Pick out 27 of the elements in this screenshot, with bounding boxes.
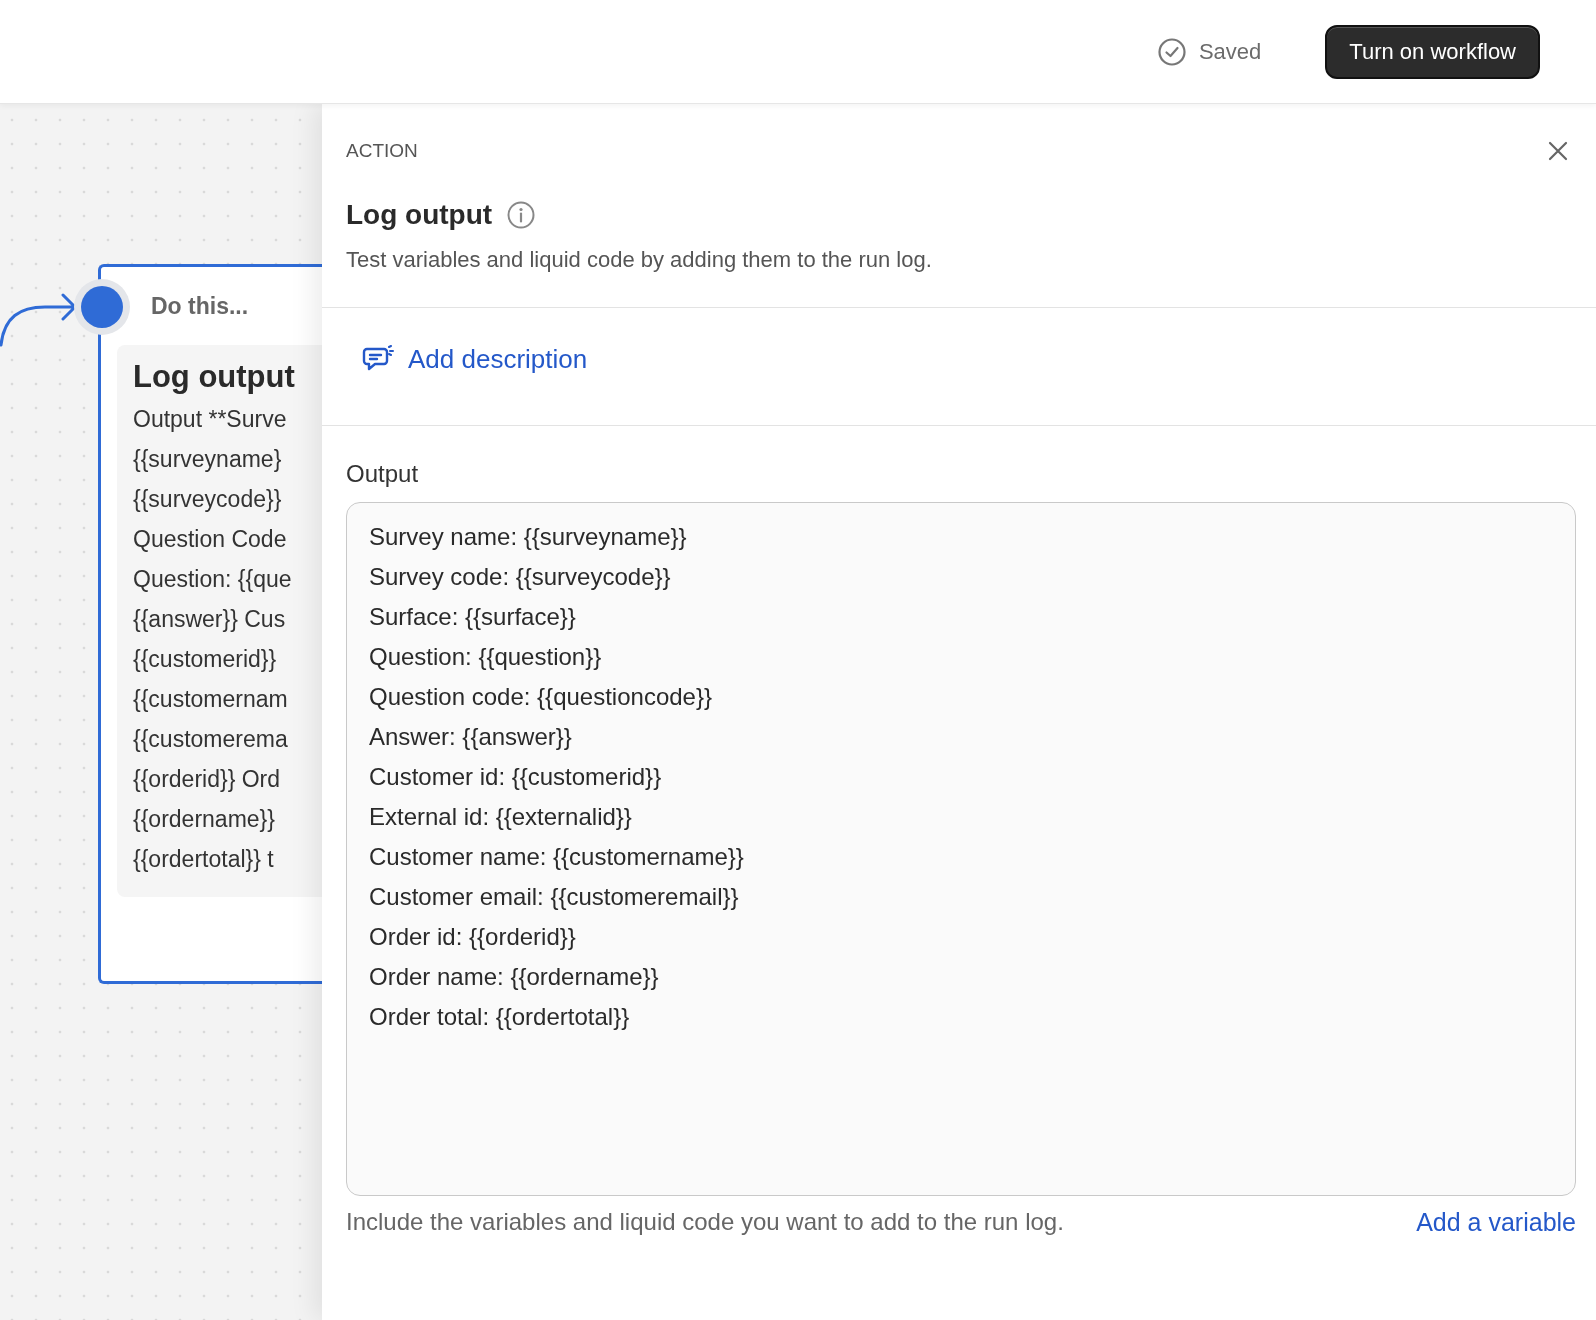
helper-text: Include the variables and liquid code you want to add to the run log. (346, 1207, 1064, 1237)
node-text-line: {{ordername}} (133, 805, 276, 834)
node-text-line: Question: {{que (133, 565, 293, 594)
close-icon (1548, 141, 1568, 161)
action-node-card[interactable]: Do this... Log output Output **Surve {{surveyname} {{surveycode}} Question Code Question: {{que {{answer}} Cus {{customerid}} {{customernam {{customerema {{orderid}} Ord {{ordername}} {{ordertotal}} t (98, 264, 322, 984)
add-description-link[interactable]: Add description (362, 344, 588, 375)
node-text-line: {{customerema (133, 725, 289, 754)
node-header: Do this... (151, 292, 249, 320)
node-title: Log output (133, 359, 296, 395)
node-text-line: {{customerid}} (133, 645, 278, 674)
info-icon[interactable] (506, 200, 537, 230)
section-eyebrow: ACTION (346, 140, 418, 162)
node-text-line: {{answer}} Cus (133, 605, 287, 634)
node-text-line: {{ordertotal}} t (133, 845, 275, 874)
panel-description: Test variables and liquid code by adding them to the run log. (346, 247, 933, 273)
node-text-line: Output **Surve (133, 405, 288, 434)
output-label: Output (346, 459, 420, 488)
node-text-line: {{customernam (133, 685, 289, 714)
node-text-line: {{orderid}} Ord (133, 765, 282, 794)
panel-title: Log output (346, 199, 493, 231)
node-text-line: Question Code (133, 525, 288, 554)
node-text-line: {{surveycode}} (133, 485, 283, 514)
add-variable-link[interactable]: Add a variable (1416, 1207, 1576, 1237)
node-text-line: {{surveyname} (133, 445, 283, 474)
turn-on-workflow-button[interactable]: Turn on workflow (1325, 24, 1540, 79)
saved-status: Saved (1198, 38, 1262, 65)
output-field[interactable]: Survey name: {{surveyname}} Survey code: {{surveycode}} Surface: {{surface}} Question: {{question}} Question code: {{questioncode}} Answer: {{answer}} Customer id: {{customerid}} External id: {{externalid}} Customer name: {{customername}} Customer email: {{customeremail}} Order id: {{orderid}} Order name: {{ordername}} Order total: {{ordertotal}} (346, 501, 1576, 1196)
